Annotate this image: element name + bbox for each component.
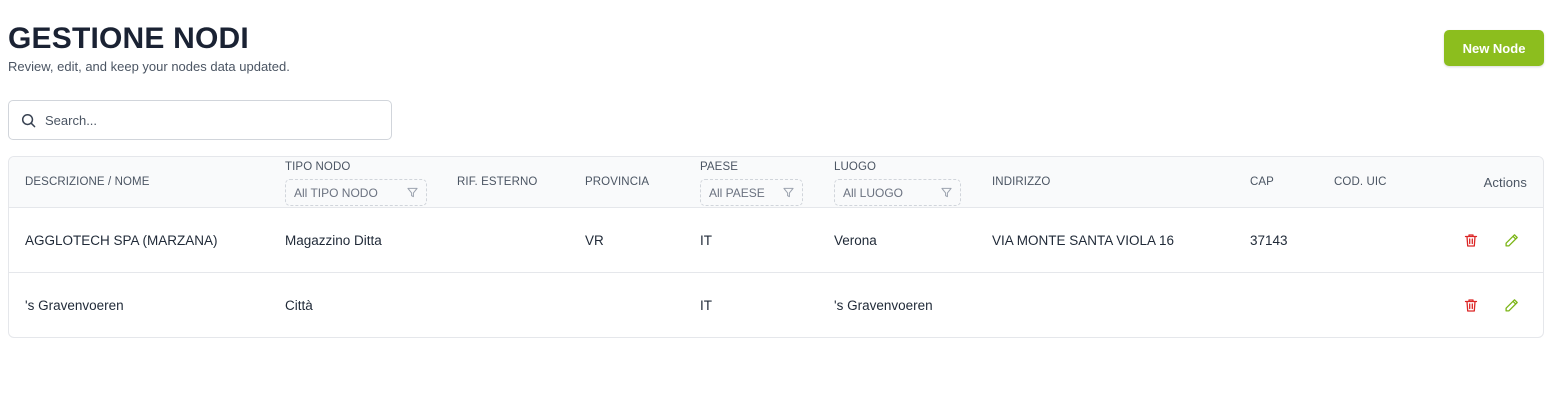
cell-luogo: Verona bbox=[834, 233, 877, 248]
delete-button[interactable] bbox=[1462, 296, 1480, 314]
table-header: DESCRIZIONE / NOME TIPO NODO All TIPO NO… bbox=[9, 157, 1543, 208]
column-header-descrizione[interactable]: DESCRIZIONE / NOME bbox=[25, 176, 149, 188]
filter-icon bbox=[783, 187, 794, 198]
delete-button[interactable] bbox=[1462, 231, 1480, 249]
column-header-rif-esterno[interactable]: RIF. ESTERNO bbox=[457, 176, 537, 188]
column-header-provincia[interactable]: PROVINCIA bbox=[585, 176, 649, 188]
column-header-cap[interactable]: CAP bbox=[1250, 176, 1274, 188]
column-header-cod-uic[interactable]: COD. UIC bbox=[1334, 176, 1387, 188]
new-node-button[interactable]: New Node bbox=[1444, 30, 1544, 66]
table-row: AGGLOTECH SPA (MARZANA) Magazzino Ditta … bbox=[9, 208, 1543, 273]
page-title: GESTIONE NODI bbox=[8, 22, 249, 55]
column-header-luogo[interactable]: LUOGO bbox=[834, 161, 876, 173]
cell-descrizione: 's Gravenvoeren bbox=[25, 298, 124, 313]
column-header-tipo-nodo[interactable]: TIPO NODO bbox=[285, 161, 350, 173]
paese-filter-label: All PAESE bbox=[709, 185, 765, 200]
nodes-table: DESCRIZIONE / NOME TIPO NODO All TIPO NO… bbox=[8, 156, 1544, 338]
cell-paese: IT bbox=[700, 298, 712, 313]
cell-cap: 37143 bbox=[1250, 233, 1288, 248]
luogo-filter-label: All LUOGO bbox=[843, 185, 904, 200]
edit-button[interactable] bbox=[1502, 296, 1520, 314]
paese-filter[interactable]: All PAESE bbox=[700, 179, 803, 206]
page-header: GESTIONE NODI Review, edit, and keep you… bbox=[8, 22, 290, 74]
trash-icon bbox=[1464, 298, 1478, 312]
luogo-filter[interactable]: All LUOGO bbox=[834, 179, 961, 206]
cell-luogo: 's Gravenvoeren bbox=[834, 298, 933, 313]
cell-paese: IT bbox=[700, 233, 712, 248]
pencil-icon bbox=[1504, 298, 1518, 312]
trash-icon bbox=[1464, 233, 1478, 247]
cell-provincia: VR bbox=[585, 233, 604, 248]
filter-icon bbox=[941, 187, 952, 198]
column-header-paese[interactable]: PAESE bbox=[700, 161, 738, 173]
column-header-indirizzo[interactable]: INDIRIZZO bbox=[992, 176, 1050, 188]
cell-tipo-nodo: Città bbox=[285, 298, 313, 313]
filter-icon bbox=[407, 187, 418, 198]
pencil-icon bbox=[1504, 233, 1518, 247]
search-icon bbox=[21, 113, 36, 127]
page-subtitle: Review, edit, and keep your nodes data u… bbox=[8, 59, 290, 74]
column-header-actions: Actions bbox=[1483, 175, 1527, 190]
cell-indirizzo: VIA MONTE SANTA VIOLA 16 bbox=[992, 233, 1175, 248]
search-box[interactable] bbox=[8, 100, 392, 140]
edit-button[interactable] bbox=[1502, 231, 1520, 249]
cell-descrizione: AGGLOTECH SPA (MARZANA) bbox=[25, 233, 218, 248]
tipo-nodo-filter[interactable]: All TIPO NODO bbox=[285, 179, 427, 206]
search-input[interactable] bbox=[45, 112, 375, 128]
cell-tipo-nodo: Magazzino Ditta bbox=[285, 233, 382, 248]
table-row: 's Gravenvoeren Città IT 's Gravenvoeren bbox=[9, 273, 1543, 337]
tipo-nodo-filter-label: All TIPO NODO bbox=[294, 185, 378, 200]
